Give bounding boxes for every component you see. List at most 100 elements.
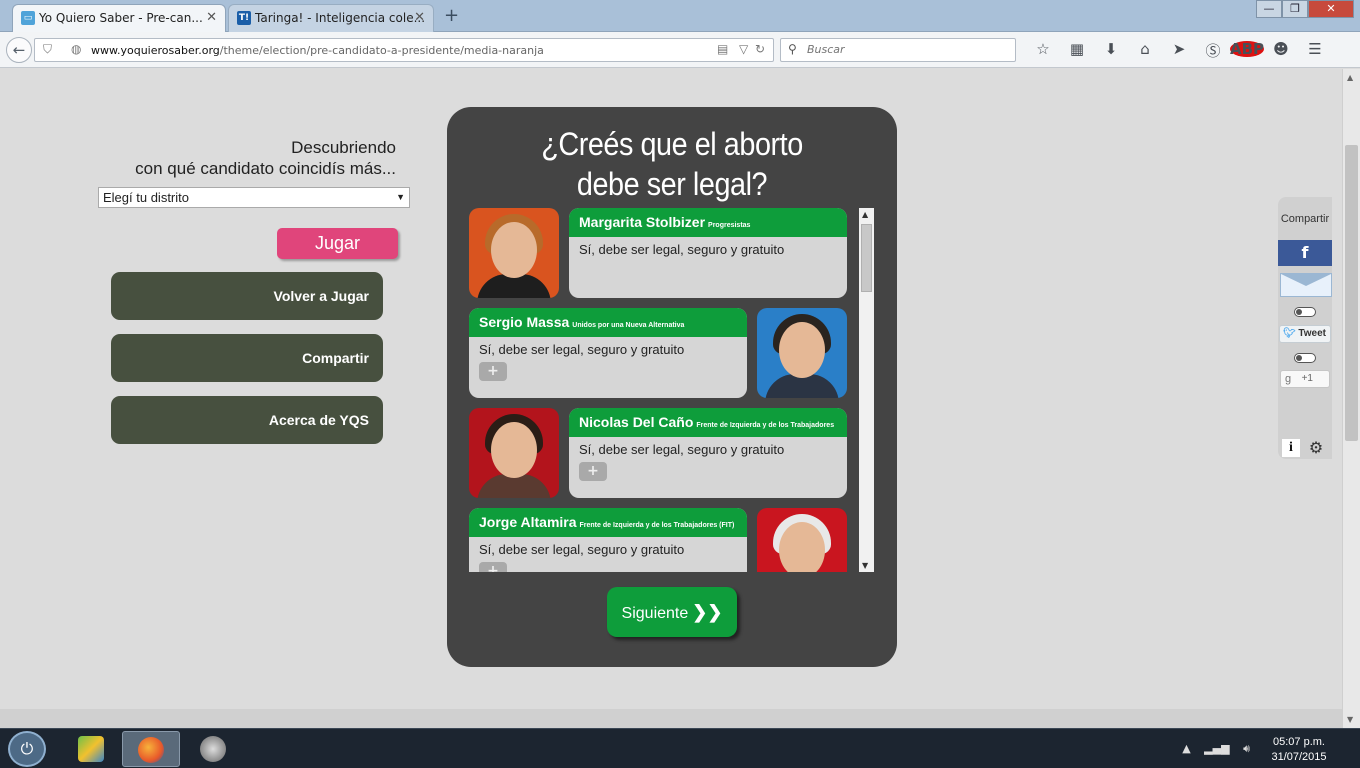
candidate-photo-stolbizer xyxy=(469,208,559,298)
answers-scrollbar-thumb[interactable] xyxy=(861,224,872,292)
adblock-plus-icon[interactable]: ABP xyxy=(1230,40,1264,61)
home-icon[interactable]: ⌂ xyxy=(1128,40,1162,61)
page-scrollbar[interactable]: ▲ ▼ xyxy=(1342,69,1360,728)
clock[interactable]: 05:07 p.m. 31/07/2015 xyxy=(1264,735,1334,765)
candidate-photo-massa xyxy=(757,308,847,398)
more-button[interactable]: + xyxy=(479,362,507,381)
speaker-app-icon xyxy=(200,736,226,762)
share-widget: Compartir f 🐦︎ Tweet g +1 i ⚙ xyxy=(1278,197,1332,459)
answer-row-del-cano: Nicolas Del Caño Frente de Izquierda y de… xyxy=(469,408,849,498)
scroll-up-icon[interactable]: ▲ xyxy=(862,210,868,219)
taskbar: ⏻ ▲ ▂▄▆ 🔊︎ 05:07 p.m. 31/07/2015 xyxy=(0,728,1360,768)
close-tab-icon[interactable]: ✕ xyxy=(206,5,217,31)
answers-list[interactable]: Margarita Stolbizer Progresistas Sí, debe… xyxy=(469,208,859,572)
shield-icon[interactable]: ⛉ xyxy=(43,42,52,57)
s-icon[interactable]: Ⓢ xyxy=(1196,40,1230,61)
candidate-party: Frente de Izquierda y de los Trabajadore… xyxy=(696,422,835,429)
answer-row-stolbizer: Margarita Stolbizer Progresistas Sí, debe… xyxy=(469,208,849,298)
reload-icon[interactable]: ↻ xyxy=(755,42,765,56)
volume-icon[interactable]: 🔊︎ xyxy=(1243,742,1250,755)
bluestacks-icon xyxy=(78,736,104,762)
more-button[interactable]: + xyxy=(479,562,507,572)
facebook-share-button[interactable]: f xyxy=(1278,240,1332,266)
info-icon[interactable]: i xyxy=(1282,439,1300,457)
candidate-name: Nicolas Del Caño xyxy=(579,414,694,430)
start-button[interactable]: ⏻ xyxy=(8,731,46,767)
google-plus-icon: g xyxy=(1285,373,1292,385)
gplus-toggle[interactable] xyxy=(1294,353,1316,363)
maximize-button[interactable]: ❐ xyxy=(1282,0,1308,18)
reading-list-icon[interactable]: ▦ xyxy=(1060,40,1094,61)
answer-bubble: Margarita Stolbizer Progresistas Sí, debe… xyxy=(569,208,847,298)
menu-icon[interactable]: ☰ xyxy=(1298,40,1332,61)
tab-yo-quiero-saber[interactable]: ▭ Yo Quiero Saber - Pre-can... ✕ xyxy=(12,4,226,32)
candidate-party: Progresistas xyxy=(708,222,751,229)
jugar-button[interactable]: Jugar xyxy=(277,228,398,259)
answer-row-massa: Sergio Massa Unidos por una Nueva Alterna… xyxy=(469,308,849,398)
back-button[interactable]: ← xyxy=(6,37,32,63)
tweet-button[interactable]: 🐦︎ Tweet xyxy=(1279,325,1331,343)
candidate-answer: Sí, debe ser legal, seguro y gratuito xyxy=(479,542,685,557)
more-button[interactable]: + xyxy=(579,462,607,481)
candidate-answer: Sí, debe ser legal, seguro y gratuito xyxy=(579,442,785,457)
star-icon[interactable]: ☆ xyxy=(1026,40,1060,61)
heading-line-1: Descubriendo xyxy=(291,138,396,157)
answer-bubble: Sergio Massa Unidos por una Nueva Alterna… xyxy=(469,308,747,398)
yqs-favicon-icon: ▭ xyxy=(21,11,35,25)
candidate-answer: Sí, debe ser legal, seguro y gratuito xyxy=(579,242,785,257)
network-icon[interactable]: ▂▄▆ xyxy=(1204,742,1229,755)
dropdown-icon[interactable]: ▽ xyxy=(739,42,748,56)
search-bar[interactable]: ⚲ xyxy=(780,38,1016,62)
search-input[interactable] xyxy=(807,43,1007,56)
candidate-name: Margarita Stolbizer xyxy=(579,214,706,230)
scroll-down-icon[interactable]: ▼ xyxy=(862,561,868,570)
candidate-name: Jorge Altamira xyxy=(479,514,577,530)
volver-a-jugar-button[interactable]: Volver a Jugar xyxy=(111,272,383,320)
acerca-de-yqs-button[interactable]: Acerca de YQS xyxy=(111,396,383,444)
tray-arrow-icon[interactable]: ▲ xyxy=(1182,742,1190,755)
scrollbar-thumb[interactable] xyxy=(1345,145,1358,441)
taskbar-bluestacks[interactable] xyxy=(62,731,120,767)
send-icon[interactable]: ➤ xyxy=(1162,40,1196,61)
smiley-icon[interactable]: ☻ xyxy=(1264,40,1298,61)
candidate-photo-altamira xyxy=(757,508,847,572)
taskbar-media[interactable] xyxy=(184,731,242,767)
email-share-icon[interactable] xyxy=(1280,273,1332,297)
candidate-party: Frente de Izquierda y de los Trabajadore… xyxy=(579,522,735,529)
answer-bubble: Nicolas Del Caño Frente de Izquierda y de… xyxy=(569,408,847,498)
download-icon[interactable]: ⬇ xyxy=(1094,40,1128,61)
scroll-up-icon[interactable]: ▲ xyxy=(1347,73,1353,82)
answer-row-altamira: Jorge Altamira Frente de Izquierda y de l… xyxy=(469,508,849,572)
compartir-button[interactable]: Compartir xyxy=(111,334,383,382)
reader-view-icon[interactable]: ▤ xyxy=(717,42,728,56)
taskbar-firefox[interactable] xyxy=(122,731,180,767)
toolbar-icons: ☆ ▦ ⬇ ⌂ ➤ Ⓢ ABP ☻ ☰ xyxy=(1026,40,1332,61)
district-selected-value: Elegí tu distrito xyxy=(103,190,189,205)
twitter-bird-icon: 🐦︎ xyxy=(1283,328,1296,339)
tweet-toggle[interactable] xyxy=(1294,307,1316,317)
district-select[interactable]: Elegí tu distrito ▼ xyxy=(98,187,410,208)
heading-line-2: con qué candidato coincidís más... xyxy=(135,159,396,178)
close-tab-icon[interactable]: ✕ xyxy=(414,5,425,31)
page-footer xyxy=(0,709,1342,728)
answers-scrollbar[interactable]: ▲ ▼ xyxy=(859,208,874,572)
question-title: ¿Creés que el aborto debe ser legal? xyxy=(541,126,803,202)
minimize-button[interactable]: — xyxy=(1256,0,1282,18)
chevron-right-icon: ❯❯ xyxy=(692,602,723,622)
close-window-button[interactable]: ✕ xyxy=(1308,0,1354,18)
siguiente-button[interactable]: Siguiente ❯❯ xyxy=(607,587,737,637)
globe-icon[interactable]: ◍ xyxy=(71,42,81,56)
new-tab-button[interactable]: + xyxy=(444,5,459,26)
candidate-answer: Sí, debe ser legal, seguro y gratuito xyxy=(479,342,685,357)
navigation-bar: ← ⛉ ◍ www.yoquierosaber.org/theme/electi… xyxy=(0,32,1360,68)
firefox-icon xyxy=(138,737,164,763)
url-text[interactable]: www.yoquierosaber.org/theme/election/pre… xyxy=(91,44,544,57)
dropdown-arrow-icon: ▼ xyxy=(396,192,405,202)
google-plus-button[interactable]: g +1 xyxy=(1280,370,1330,388)
scroll-down-icon[interactable]: ▼ xyxy=(1347,715,1353,724)
share-label: Compartir xyxy=(1280,213,1330,225)
url-bar[interactable]: ⛉ ◍ www.yoquierosaber.org/theme/election… xyxy=(34,38,774,62)
gear-icon[interactable]: ⚙ xyxy=(1306,439,1326,457)
candidate-party: Unidos por una Nueva Alternativa xyxy=(572,322,685,329)
tab-taringa[interactable]: T! Taringa! - Inteligencia cole... ✕ xyxy=(228,4,434,32)
